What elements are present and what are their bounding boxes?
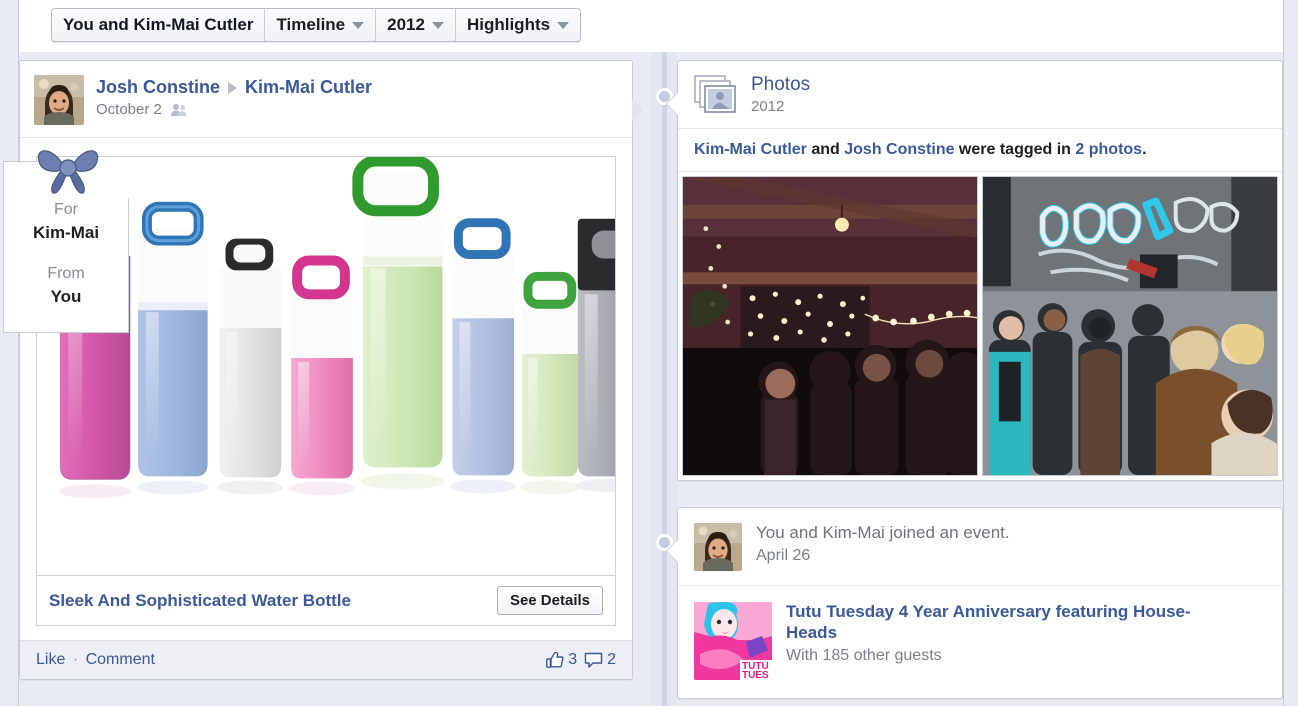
gift-tag: For Kim-Mai From You [3,143,129,333]
photos-card-header: Photos 2012 [678,61,1282,129]
tagged-person-1-link[interactable]: Kim-Mai Cutler [694,141,807,158]
gift-tag-from-label: From [47,265,85,282]
timeline-filter-toolbar: You and Kim-Mai Cutler Timeline 2012 Hig… [51,8,582,42]
event-joined-title: You and Kim-Mai joined an event. [756,523,1010,542]
photo-warehouse-party[interactable] [682,176,978,476]
product-caption-bar: Sleek And Sophisticated Water Bottle See… [36,576,616,626]
toolbar-title-button[interactable]: You and Kim-Mai Cutler [52,9,266,41]
avatar-image [34,75,84,125]
gift-tag-recipient: Kim-Mai [32,223,100,242]
photos-year: 2012 [751,98,785,115]
story-date: October 2 [96,101,162,118]
avatar[interactable] [694,523,742,571]
photos-card-titles: Photos 2012 [751,74,810,115]
tagline-period: . [1142,141,1147,158]
event-joined-date: April 26 [756,547,811,564]
photos-title-link[interactable]: Photos [751,74,810,96]
author-link[interactable]: Josh Constine [96,77,220,98]
comment-count: 2 [607,651,616,668]
toolbar-timeline-dropdown[interactable]: Timeline [265,9,377,41]
toolbar-year-dropdown[interactable]: 2012 [376,9,456,41]
story-header: Josh Constine Kim-Mai Cutler October 2 [20,61,632,138]
story-header-text: Josh Constine Kim-Mai Cutler October 2 [96,75,372,118]
avatar-image [694,523,742,571]
svg-text:TUES: TUES [742,670,769,680]
story-footer: Like · Comment 3 2 [20,640,632,679]
photos-tagline: Kim-Mai Cutler and Josh Constine were ta… [678,129,1282,172]
timeline-spine [651,52,677,706]
avatar[interactable] [34,75,84,125]
photo-street-party[interactable] [982,176,1278,476]
comment-button[interactable]: Comment [86,651,155,668]
like-count-group[interactable]: 3 [546,651,577,669]
event-title-link[interactable]: Tutu Tuesday 4 Year Anniversary featurin… [786,602,1238,643]
see-details-button[interactable]: See Details [496,586,603,615]
right-column: Photos 2012 Kim-Mai Cutler and Josh Cons… [666,52,1283,699]
facebook-timeline-page: You and Kim-Mai Cutler Timeline 2012 Hig… [0,0,1298,706]
photo-grid [678,172,1282,480]
event-details-row: TUTU TUES Tutu Tuesday 4 Year Anniversar… [678,586,1282,698]
tagline-and: and [806,141,845,158]
gift-tag-for-label: For [54,201,78,218]
timeline-content: Josh Constine Kim-Mai Cutler October 2 F… [3,52,1284,706]
tagged-person-2-link[interactable]: Josh Constine [844,141,954,158]
event-guests: With 185 other guests [786,647,942,665]
story-header-names: Josh Constine Kim-Mai Cutler [96,77,372,98]
toolbar-highlights-dropdown[interactable]: Highlights [455,9,581,41]
gift-bow-icon [37,150,99,194]
left-column: Josh Constine Kim-Mai Cutler October 2 F… [3,52,652,680]
timeline-spine-line [662,52,667,706]
toolbar-highlights-label: Highlights [466,15,551,34]
photo-warehouse-party-image [683,177,977,475]
photos-stack-icon [694,74,736,113]
event-details-text: Tutu Tuesday 4 Year Anniversary featurin… [786,602,1238,665]
gift-story-card: Josh Constine Kim-Mai Cutler October 2 F… [3,60,652,680]
photos-count-link[interactable]: 2 photos [1075,141,1142,158]
target-link[interactable]: Kim-Mai Cutler [245,77,372,98]
chevron-down-icon [557,21,570,29]
toolbar-year-label: 2012 [387,15,425,34]
chevron-down-icon [352,21,365,29]
story-meta: October 2 [96,101,372,118]
gift-tag-sender: You [50,287,82,306]
event-joined-text: You and Kim-Mai joined an event. April 2… [756,523,1010,565]
toolbar-title-label: You and Kim-Mai Cutler [63,15,254,34]
comment-count-group[interactable]: 2 [584,651,616,669]
event-card: You and Kim-Mai joined an event. April 2… [666,507,1283,699]
top-bar: You and Kim-Mai Cutler Timeline 2012 Hig… [18,0,1284,52]
product-title-link[interactable]: Sleek And Sophisticated Water Bottle [49,591,351,611]
story-counts: 3 2 [546,651,616,669]
friends-icon [170,103,187,116]
photo-street-party-image [983,177,1277,475]
arrow-right-icon [228,81,238,94]
like-count: 3 [568,651,578,668]
chevron-down-icon [431,21,444,29]
tutu-tuesday-thumbnail-image: TUTU TUES [694,602,772,680]
photos-card: Photos 2012 Kim-Mai Cutler and Josh Cons… [666,60,1283,481]
action-separator: · [72,651,79,668]
toolbar-timeline-label: Timeline [276,15,346,34]
like-button[interactable]: Like [36,651,65,668]
thumbs-up-icon [546,651,564,668]
event-joined-row: You and Kim-Mai joined an event. April 2… [678,508,1282,586]
tutu-tuesday-thumbnail[interactable]: TUTU TUES [694,602,772,680]
tagline-middle: were tagged in [954,141,1076,158]
product-photo-frame[interactable]: For Kim-Mai From You [3,150,652,576]
comment-bubble-icon [584,652,603,668]
story-actions: Like · Comment [36,651,155,669]
